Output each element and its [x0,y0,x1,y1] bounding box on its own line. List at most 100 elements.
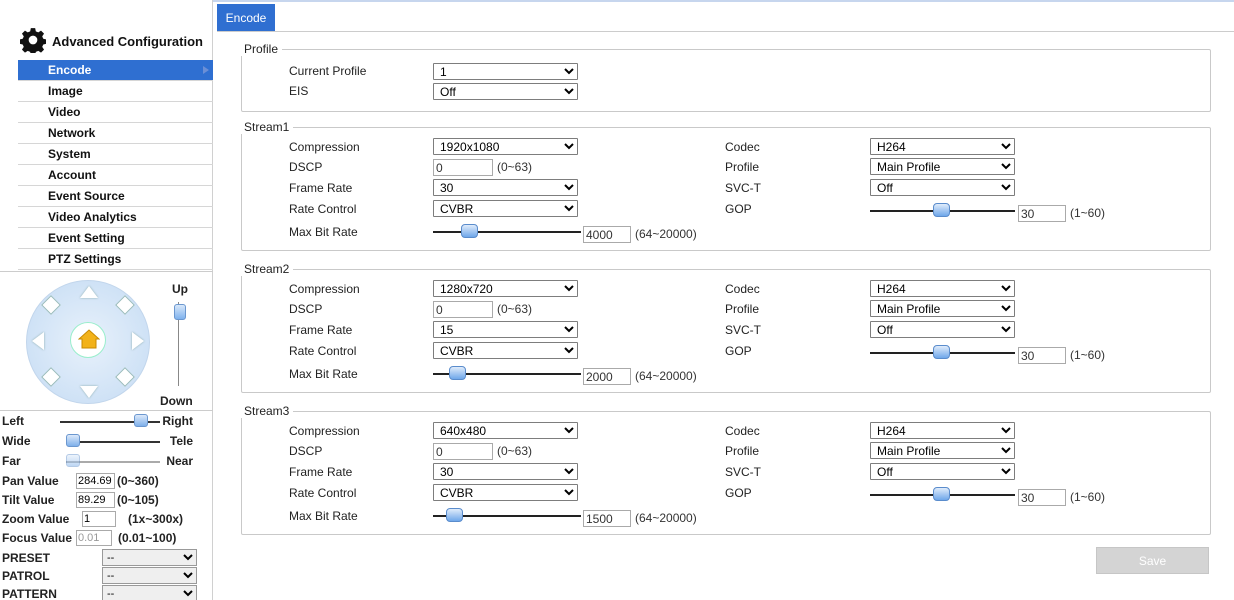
max-bit-rate-input[interactable] [583,510,631,527]
codec-select[interactable]: H264 [870,422,1015,439]
current-profile-select[interactable]: 1 [433,63,578,80]
sidebar-item-event-setting[interactable]: Event Setting [18,228,213,249]
compression-select[interactable]: 640x480 [433,422,578,439]
pan-left-arrow-icon[interactable] [32,332,44,350]
svc-t-select[interactable]: Off [870,463,1015,480]
sidebar-item-system[interactable]: System [18,144,213,165]
tab-encode[interactable]: Encode [217,4,275,32]
ptz-home-button[interactable] [70,322,106,358]
svc-t-select[interactable]: Off [870,321,1015,338]
sidebar-item-video-analytics[interactable]: Video Analytics [18,207,213,228]
patrol-row: PATROL -- [0,567,213,585]
focus-slider-thumb[interactable] [66,454,80,467]
profile-select[interactable]: Main Profile [870,442,1015,459]
codec-label: Codec [725,140,760,154]
rate-control-select[interactable]: CVBR [433,484,578,501]
codec-label: Codec [725,424,760,438]
max-bit-rate-slider[interactable] [433,365,581,381]
max-bit-rate-slider-thumb[interactable] [461,224,479,238]
max-bit-rate-input[interactable] [583,368,631,385]
gop-input[interactable] [1018,347,1066,364]
focus-slider-row: Far Near [0,451,213,471]
gop-range: (1~60) [1070,206,1106,220]
tilt-slider-thumb[interactable] [174,304,186,320]
compression-label: Compression [289,282,360,296]
gop-slider-thumb[interactable] [932,487,950,501]
pan-value-input[interactable] [76,473,115,489]
frame-rate-select[interactable]: 30 [433,463,578,480]
codec-select[interactable]: H264 [870,138,1015,155]
gop-input[interactable] [1018,489,1066,506]
profile-select[interactable]: Main Profile [870,158,1015,175]
max-bit-rate-slider-thumb[interactable] [449,366,467,380]
patrol-select[interactable]: -- [102,567,197,584]
pan-down-arrow-icon[interactable] [80,386,98,398]
gop-input[interactable] [1018,205,1066,222]
profile-select[interactable]: Main Profile [870,300,1015,317]
rate-control-select[interactable]: CVBR [433,342,578,359]
compression-select[interactable]: 1920x1080 [433,138,578,155]
tilt-range: (0~105) [117,493,159,507]
svc-t-select[interactable]: Off [870,179,1015,196]
frame-rate-label: Frame Rate [289,323,353,337]
frame-rate-label: Frame Rate [289,181,353,195]
max-bit-rate-slider-thumb[interactable] [445,508,463,522]
pan-slider-row: Left Right [0,411,213,431]
sidebar-item-image[interactable]: Image [18,81,213,102]
rate-control-label: Rate Control [289,486,357,500]
focus-slider-track[interactable] [66,461,160,463]
pattern-select[interactable]: -- [102,585,197,600]
pan-slider-thumb[interactable] [134,414,148,427]
gop-slider[interactable] [870,486,1015,502]
compression-select[interactable]: 1280x720 [433,280,578,297]
max-bit-rate-label: Max Bit Rate [289,367,358,381]
gop-slider-thumb[interactable] [932,203,950,217]
zoom-slider-track[interactable] [66,441,160,443]
sidebar-header: Advanced Configuration [0,0,213,60]
save-button[interactable]: Save [1096,547,1209,574]
tilt-value-input[interactable] [76,492,115,508]
compression-label: Compression [289,424,360,438]
codec-select[interactable]: H264 [870,280,1015,297]
dscp-input[interactable] [433,301,493,318]
preset-label: PRESET [2,551,51,565]
sidebar-item-ptz-settings[interactable]: PTZ Settings [18,249,213,270]
frame-rate-select[interactable]: 30 [433,179,578,196]
eis-select[interactable]: Off [433,83,578,100]
zoom-slider-thumb[interactable] [66,434,80,447]
gop-slider-thumb[interactable] [932,345,950,359]
sidebar-item-network[interactable]: Network [18,123,213,144]
max-bit-rate-range: (64~20000) [635,511,697,525]
tilt-down-label: Down [160,394,193,408]
stream-legend: Stream3 [244,404,290,418]
profile-label: Profile [725,160,760,174]
profile-legend: Profile [244,42,279,56]
gop-label: GOP [725,486,752,500]
svc-t-label: SVC-T [725,465,761,479]
pan-up-arrow-icon[interactable] [80,286,98,298]
sidebar-item-encode[interactable]: Encode [18,60,213,81]
max-bit-rate-slider[interactable] [433,223,581,239]
preset-select[interactable]: -- [102,549,197,566]
dscp-input[interactable] [433,159,493,176]
dscp-input[interactable] [433,443,493,460]
top-divider [213,0,1234,2]
frame-rate-select[interactable]: 15 [433,321,578,338]
sidebar-item-event-source[interactable]: Event Source [18,186,213,207]
sidebar-item-account[interactable]: Account [18,165,213,186]
tilt-slider[interactable] [174,302,186,386]
pan-right-arrow-icon[interactable] [132,332,144,350]
gear-icon [20,28,46,53]
gop-slider[interactable] [870,344,1015,360]
gop-slider[interactable] [870,202,1015,218]
focus-value-label: Focus Value [2,531,73,545]
focus-value-input[interactable] [76,530,112,546]
rate-control-label: Rate Control [289,344,357,358]
rate-control-select[interactable]: CVBR [433,200,578,217]
gop-label: GOP [725,202,752,216]
max-bit-rate-input[interactable] [583,226,631,243]
sidebar-item-video[interactable]: Video [18,102,213,123]
max-bit-rate-slider[interactable] [433,507,581,523]
zoom-value-input[interactable] [82,511,116,527]
zoom-range: (1x~300x) [128,512,184,526]
